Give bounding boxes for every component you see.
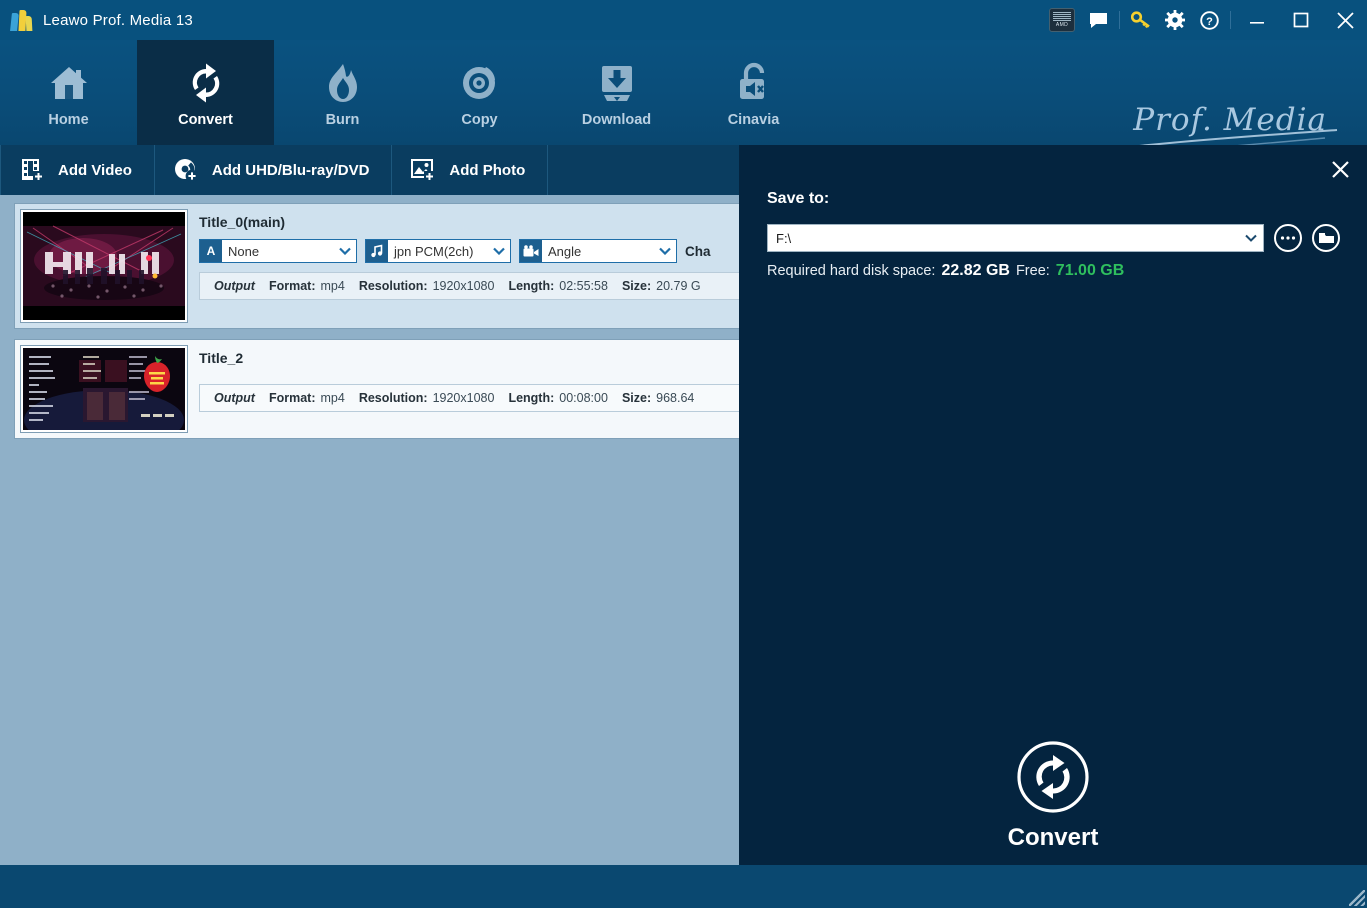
output-label: Output xyxy=(214,279,255,293)
save-path-dropdown[interactable]: F:\ xyxy=(767,224,1264,252)
chevron-down-icon xyxy=(488,247,510,255)
format-key: Format: xyxy=(269,391,316,405)
length-value: 02:55:58 xyxy=(559,279,608,293)
subtitle-value: None xyxy=(222,244,334,259)
disc-plus-icon xyxy=(173,157,199,183)
add-photo-button[interactable]: Add Photo xyxy=(392,145,548,195)
chevron-down-icon xyxy=(654,247,676,255)
length-key: Length: xyxy=(508,391,554,405)
app-window: Leawo Prof. Media 13 AMD xyxy=(0,0,1367,908)
chevron-down-icon xyxy=(1245,234,1257,242)
maximize-icon[interactable] xyxy=(1279,0,1323,40)
key-icon[interactable] xyxy=(1124,0,1158,40)
nav-label: Copy xyxy=(461,112,497,128)
amd-badge-icon[interactable]: AMD xyxy=(1049,8,1075,32)
subtitle-dropdown[interactable]: A None xyxy=(199,239,357,263)
resolution-value: 1920x1080 xyxy=(433,279,495,293)
audio-icon xyxy=(366,240,388,262)
titlebar-icon-group: AMD xyxy=(1041,0,1367,40)
leawo-logo-icon xyxy=(11,9,33,31)
window-title: Leawo Prof. Media 13 xyxy=(43,12,193,29)
angle-value: Angle xyxy=(542,244,654,259)
free-space-label: Free: xyxy=(1016,263,1050,279)
add-photo-label: Add Photo xyxy=(449,162,525,179)
size-key: Size: xyxy=(622,391,651,405)
nav-item-home[interactable]: Home xyxy=(0,40,137,145)
nav-label: Download xyxy=(582,112,651,128)
dvd-menu-thumbnail xyxy=(21,346,187,432)
size-value: 968.64 xyxy=(656,391,694,405)
size-key: Size: xyxy=(622,279,651,293)
open-folder-button[interactable] xyxy=(1312,224,1340,252)
disc-icon xyxy=(458,57,502,109)
nav-label: Cinavia xyxy=(728,112,780,128)
chevron-down-icon xyxy=(334,247,356,255)
add-disc-label: Add UHD/Blu-ray/DVD xyxy=(212,162,370,179)
angle-icon xyxy=(520,240,542,262)
required-space-value: 22.82 GB xyxy=(941,262,1009,280)
convert-circle-icon xyxy=(1016,740,1090,814)
gear-icon[interactable] xyxy=(1158,0,1192,40)
unlock-mute-icon xyxy=(732,57,776,109)
concert-stage-thumbnail xyxy=(21,210,187,322)
audio-dropdown[interactable]: jpn PCM(2ch) xyxy=(365,239,511,263)
nav-item-copy[interactable]: Copy xyxy=(411,40,548,145)
save-to-label: Save to: xyxy=(767,190,829,208)
minimize-icon[interactable] xyxy=(1235,0,1279,40)
divider xyxy=(1119,11,1120,29)
format-value: mp4 xyxy=(321,391,345,405)
convert-icon xyxy=(183,57,229,109)
brand-logo-text: Prof. Media xyxy=(1133,102,1327,138)
film-plus-icon xyxy=(19,157,45,183)
length-key: Length: xyxy=(508,279,554,293)
required-space-label: Required hard disk space: xyxy=(767,263,935,279)
free-space-value: 71.00 GB xyxy=(1056,262,1124,280)
photo-plus-icon xyxy=(410,157,436,183)
add-video-button[interactable]: Add Video xyxy=(0,145,155,195)
resolution-key: Resolution: xyxy=(359,279,428,293)
convert-button-label: Convert xyxy=(1008,824,1099,852)
browse-ellipsis-button[interactable] xyxy=(1274,224,1302,252)
disk-space-info: Required hard disk space: 22.82 GB Free:… xyxy=(767,262,1124,280)
angle-dropdown[interactable]: Angle xyxy=(519,239,677,263)
format-key: Format: xyxy=(269,279,316,293)
download-icon xyxy=(595,57,639,109)
resolution-key: Resolution: xyxy=(359,391,428,405)
svg-text:?: ? xyxy=(1206,16,1213,28)
nav-item-cinavia[interactable]: Cinavia xyxy=(685,40,822,145)
nav-label: Convert xyxy=(178,112,233,128)
help-icon[interactable]: ? xyxy=(1192,0,1226,40)
nav-label: Burn xyxy=(326,112,360,128)
resize-grip[interactable] xyxy=(1349,890,1365,906)
convert-settings-panel: Save to: F:\ Required hard disk space: 2… xyxy=(739,145,1367,865)
close-icon[interactable] xyxy=(1323,0,1367,40)
home-icon xyxy=(47,57,91,109)
status-bar xyxy=(0,865,1367,908)
add-disc-button[interactable]: Add UHD/Blu-ray/DVD xyxy=(155,145,393,195)
length-value: 00:08:00 xyxy=(559,391,608,405)
nav-item-download[interactable]: Download xyxy=(548,40,685,145)
feedback-icon[interactable] xyxy=(1081,0,1115,40)
save-path-value: F:\ xyxy=(776,231,791,246)
divider xyxy=(1230,11,1231,29)
nav-item-convert[interactable]: Convert xyxy=(137,40,274,145)
flame-icon xyxy=(322,57,364,109)
main-nav: Home Convert Burn xyxy=(0,40,1367,145)
chapter-label: Cha xyxy=(685,244,711,259)
save-to-row: F:\ xyxy=(767,224,1340,252)
subtitle-icon: A xyxy=(200,240,222,262)
size-value: 20.79 G xyxy=(656,279,700,293)
output-label: Output xyxy=(214,391,255,405)
audio-value: jpn PCM(2ch) xyxy=(388,244,488,259)
title-bar: Leawo Prof. Media 13 AMD xyxy=(0,0,1367,40)
nav-item-burn[interactable]: Burn xyxy=(274,40,411,145)
nav-label: Home xyxy=(48,112,88,128)
add-video-label: Add Video xyxy=(58,162,132,179)
panel-close-icon[interactable] xyxy=(1325,155,1355,183)
convert-button[interactable]: Convert xyxy=(739,740,1367,852)
resolution-value: 1920x1080 xyxy=(433,391,495,405)
amd-badge-label: AMD xyxy=(1056,22,1068,28)
format-value: mp4 xyxy=(321,279,345,293)
